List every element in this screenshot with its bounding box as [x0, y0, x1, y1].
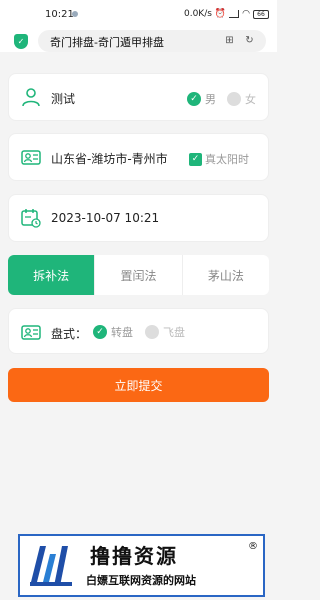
true-solar-time-label: 真太阳时: [205, 153, 249, 166]
wifi-icon: ◠: [242, 9, 250, 19]
radio-unchecked-icon: [227, 92, 241, 106]
plate-row: 盘式： ✓ 转盘 飞盘: [8, 308, 269, 354]
plate-fly-label: 飞盘: [163, 326, 185, 339]
gender-female-radio[interactable]: 女: [227, 91, 256, 107]
name-value: 测试: [51, 92, 76, 106]
id-card-icon: [21, 150, 41, 165]
person-icon: [22, 88, 40, 107]
title-pill: 奇门排盘-奇门遁甲排盘 ⊞ ↻: [38, 30, 266, 52]
gender-male-radio[interactable]: ✓ 男: [187, 91, 216, 107]
tab-maoshan[interactable]: 茅山法: [181, 255, 269, 295]
banner-subtitle: 白嫖互联网资源的网站: [86, 574, 196, 587]
plate-label: 盘式：: [51, 327, 88, 341]
tab-chaibu[interactable]: 拆补法: [8, 255, 95, 295]
name-row[interactable]: 测试 ✓ 男 女: [8, 73, 269, 121]
status-right: 0.0K/s ⏰ ◠ 66: [184, 9, 269, 19]
signal-icon: [229, 10, 240, 18]
watermark-banner: 撸撸资源 ® 白嫖互联网资源的网站: [18, 534, 265, 597]
location-row[interactable]: 山东省-潍坊市-青州市 ✓ 真太阳时: [8, 133, 269, 181]
method-tabs: 拆补法 置闰法 茅山法: [8, 255, 269, 295]
refresh-icon[interactable]: ↻: [242, 33, 257, 48]
plate-rotate-label: 转盘: [111, 326, 133, 339]
plate-fly-radio[interactable]: 飞盘: [145, 324, 185, 340]
status-bar: 10:21 0.0K/s ⏰ ◠ 66: [0, 0, 277, 30]
plate-rotate-radio[interactable]: ✓ 转盘: [93, 324, 133, 340]
true-solar-time-checkbox[interactable]: ✓ 真太阳时: [189, 151, 249, 167]
page-title: 奇门排盘-奇门遁甲排盘: [50, 36, 164, 49]
radio-checked-icon: ✓: [187, 92, 201, 106]
id-card-icon: [21, 325, 41, 340]
bookmark-icon[interactable]: ⊞: [222, 33, 237, 48]
status-time: 10:21: [45, 9, 74, 20]
alarm-icon: ⏰: [214, 9, 227, 19]
notification-icon: [72, 11, 78, 17]
checkbox-checked-icon: ✓: [189, 152, 202, 166]
title-bar: ✓ 奇门排盘-奇门遁甲排盘 ⊞ ↻: [0, 30, 277, 52]
submit-button[interactable]: 立即提交: [8, 368, 269, 402]
radio-checked-icon: ✓: [93, 325, 107, 339]
gender-male-label: 男: [205, 93, 216, 106]
banner-title: 撸撸资源: [90, 544, 178, 568]
radio-unchecked-icon: [145, 325, 159, 339]
registered-mark: ®: [248, 541, 258, 552]
datetime-row[interactable]: 2023-10-07 10:21: [8, 194, 269, 242]
location-value: 山东省-潍坊市-青州市: [51, 152, 168, 166]
shield-icon: ✓: [14, 34, 28, 49]
battery-icon: 66: [253, 9, 269, 19]
gender-female-label: 女: [245, 93, 256, 106]
brand-logo-icon: [30, 546, 72, 586]
net-speed: 0.0K/s: [183, 9, 212, 19]
datetime-value: 2023-10-07 10:21: [51, 211, 160, 225]
calendar-clock-icon: [21, 209, 41, 228]
tab-zhirun[interactable]: 置闰法: [94, 255, 181, 295]
